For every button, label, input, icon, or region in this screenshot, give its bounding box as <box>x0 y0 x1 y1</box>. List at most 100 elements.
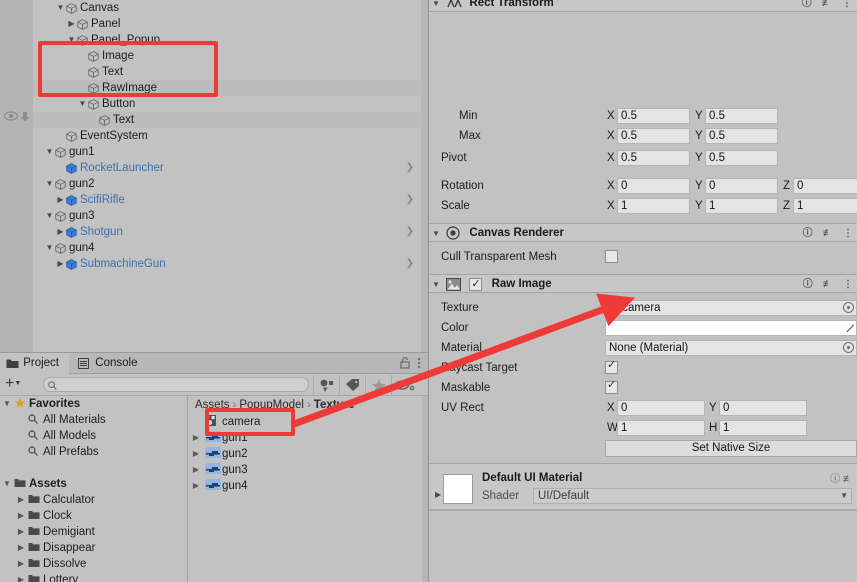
hierarchy-item-text[interactable]: ▶▶▶▶▶▶Text <box>33 112 428 128</box>
scale-z-input[interactable]: 1 <box>793 198 857 214</box>
pivot-y-input[interactable]: 0.5 <box>705 150 778 166</box>
color-row[interactable]: Color <box>429 318 857 338</box>
twisty-closed-icon[interactable]: ▶ <box>14 492 28 508</box>
twisty-open-icon[interactable]: ▼ <box>0 396 14 412</box>
maskable-row[interactable]: Maskable <box>429 378 857 398</box>
help-icon[interactable]: ⓘ <box>803 228 813 239</box>
uv-y-input[interactable]: 0 <box>719 400 807 416</box>
component-header-canvas-renderer[interactable]: ▼ Canvas Renderer ⓘ ≢ ⋮ <box>429 223 857 242</box>
twisty-open-icon[interactable]: ▼ <box>44 144 55 160</box>
uv-h-input[interactable]: 1 <box>719 420 807 436</box>
twisty-open-icon[interactable]: ▼ <box>66 32 77 48</box>
foldout-rect-transform[interactable]: ▼ <box>429 0 443 13</box>
lock-icon[interactable] <box>399 356 411 370</box>
preset-icon[interactable]: ≢ <box>822 0 832 9</box>
raycast-target-row[interactable]: Raycast Target <box>429 358 857 378</box>
hierarchy-item-shotgun[interactable]: ▶▶▶Shotgun❯ <box>33 224 428 240</box>
visibility-picking-icons[interactable] <box>3 109 32 123</box>
project-tree-item-disappear[interactable]: ▶▶ Disappear <box>0 540 187 556</box>
tab-project[interactable]: Project <box>0 353 69 374</box>
foldout-canvas-renderer[interactable]: ▼ <box>429 224 443 243</box>
kebab-menu-icon[interactable]: ⋮ <box>843 279 853 290</box>
shader-dropdown[interactable]: UI/Default <box>533 488 852 504</box>
uv-w-input[interactable]: 1 <box>617 420 705 436</box>
anchor-min-y-input[interactable]: 0.5 <box>705 108 778 124</box>
asset-item-gun3[interactable]: ▶ gun3 <box>189 462 428 478</box>
project-tree-item-all-prefabs[interactable]: ▶▶ All Prefabs <box>0 444 187 460</box>
twisty-open-icon[interactable]: ▼ <box>44 240 55 256</box>
rotation-z-input[interactable]: 0 <box>793 178 857 194</box>
anchor-min-x-input[interactable]: 0.5 <box>617 108 690 124</box>
anchor-max-row[interactable]: Max X 0.5 Y 0.5 <box>429 126 857 146</box>
prefab-open-chevron-icon[interactable]: ❯ <box>406 256 414 272</box>
maskable-checkbox[interactable] <box>605 378 618 394</box>
project-tree-item-all-materials[interactable]: ▶▶ All Materials <box>0 412 187 428</box>
prefab-open-chevron-icon[interactable]: ❯ <box>406 160 414 176</box>
favorites-filter-button[interactable] <box>365 375 391 395</box>
project-tree-item-dissolve[interactable]: ▶▶ Dissolve <box>0 556 187 572</box>
uv-rect-size-row[interactable]: W 1 H 1 <box>429 418 857 438</box>
twisty-closed-icon[interactable]: ▶ <box>55 256 66 272</box>
twisty-closed-icon[interactable]: ▶ <box>14 524 28 540</box>
hierarchy-item-canvas[interactable]: ▶▶▼Canvas <box>33 0 428 16</box>
preset-icon[interactable]: ≢ <box>823 228 833 239</box>
rotation-x-input[interactable]: 0 <box>617 178 690 194</box>
project-panel[interactable]: Project Console +▼ ▼ Favorites All Mater… <box>0 352 428 582</box>
breadcrumb-item[interactable]: Assets <box>195 399 230 411</box>
hierarchy-item-panel[interactable]: ▶▶▶▶Panel <box>33 16 428 32</box>
cull-transparent-mesh-row[interactable]: Cull Transparent Mesh <box>429 247 857 267</box>
help-icon[interactable]: ⓘ <box>802 0 812 9</box>
twisty-closed-icon[interactable]: ▶ <box>14 540 28 556</box>
kebab-menu-icon[interactable]: ⋮ <box>843 228 853 239</box>
hierarchy-item-submachinegun[interactable]: ▶▶▶SubmachineGun❯ <box>33 256 428 272</box>
component-header-rect-transform[interactable]: ▼ Rect Transform ⓘ ≢ ⋮ <box>429 0 857 12</box>
breadcrumb[interactable]: Assets › PopupModel › Texture <box>189 396 428 414</box>
hierarchy-item-text[interactable]: ▶▶▶▶▶Text <box>33 64 428 80</box>
hierarchy-item-gun4[interactable]: ▶▼ gun4 <box>33 240 428 256</box>
pivot-row[interactable]: Pivot X 0.5 Y 0.5 <box>429 148 857 168</box>
hierarchy-item-gun3[interactable]: ▶▼ gun3 <box>33 208 428 224</box>
pivot-x-input[interactable]: 0.5 <box>617 150 690 166</box>
hierarchy-scrollbar[interactable] <box>421 0 428 352</box>
hierarchy-item-image[interactable]: ▶▶▶▶▶Image <box>33 48 428 64</box>
hierarchy-item-gun1[interactable]: ▶▼ gun1 <box>33 144 428 160</box>
twisty-closed-icon[interactable]: ▶ <box>55 192 66 208</box>
label-filter-button[interactable] <box>339 375 365 395</box>
add-asset-button[interactable]: +▼ <box>5 376 21 392</box>
twisty-closed-icon[interactable]: ▶ <box>14 508 28 524</box>
project-tree-item-clock[interactable]: ▶▶ Clock <box>0 508 187 524</box>
material-header-icons[interactable]: ⓘ ≢ <box>830 470 853 485</box>
twisty-closed-icon[interactable]: ▶ <box>66 16 77 32</box>
anchor-max-x-input[interactable]: 0.5 <box>617 128 690 144</box>
project-tree-item-demigiant[interactable]: ▶▶ Demigiant <box>0 524 187 540</box>
project-tree-item-assets[interactable]: ▼ Assets <box>0 476 187 492</box>
raw-image-enabled-checkbox[interactable] <box>469 275 483 294</box>
project-tree-item-favorites[interactable]: ▼ Favorites <box>0 396 187 412</box>
material-object-field[interactable]: None (Material) <box>605 340 857 356</box>
color-swatch-field[interactable] <box>605 320 857 336</box>
hierarchy-item-scifirifle[interactable]: ▶▶▶ScifiRifle❯ <box>33 192 428 208</box>
twisty-open-icon[interactable]: ▼ <box>55 0 66 16</box>
project-tab-actions[interactable] <box>399 356 424 372</box>
asset-item-gun1[interactable]: ▶ gun1 <box>189 430 428 446</box>
twisty-closed-icon[interactable]: ▶ <box>55 224 66 240</box>
breadcrumb-item[interactable]: Texture <box>314 399 355 411</box>
scale-y-input[interactable]: 1 <box>705 198 778 214</box>
twisty-open-icon[interactable]: ▼ <box>44 176 55 192</box>
uv-rect-row[interactable]: UV Rect X 0 Y 0 <box>429 398 857 418</box>
hierarchy-item-button[interactable]: ▶▶▶▶▼Button <box>33 96 428 112</box>
hierarchy-item-rocketlauncher[interactable]: ▶▶▶RocketLauncher❯ <box>33 160 428 176</box>
raw-image-header-icons[interactable]: ⓘ ≢ ⋮ <box>796 275 853 294</box>
preset-icon[interactable]: ≢ <box>823 279 833 290</box>
project-tree-item-lottery[interactable]: ▶▶ Lottery <box>0 572 187 582</box>
canvas-renderer-header-icons[interactable]: ⓘ ≢ ⋮ <box>796 224 853 243</box>
tab-console[interactable]: Console <box>72 353 147 374</box>
anchor-min-row[interactable]: Min X 0.5 Y 0.5 <box>429 106 857 126</box>
project-tree-item-all-models[interactable]: ▶▶ All Models <box>0 428 187 444</box>
rotation-y-input[interactable]: 0 <box>705 178 778 194</box>
twisty-open-icon[interactable]: ▼ <box>77 96 88 112</box>
breadcrumb-item[interactable]: PopupModel <box>239 399 304 411</box>
texture-picker-icon[interactable] <box>843 302 854 313</box>
twisty-open-icon[interactable]: ▼ <box>44 208 55 224</box>
asset-rows[interactable]: ▶ camera ▶ gun1 ▶ gun2 ▶ gun3 ▶ gun4 <box>189 414 428 494</box>
